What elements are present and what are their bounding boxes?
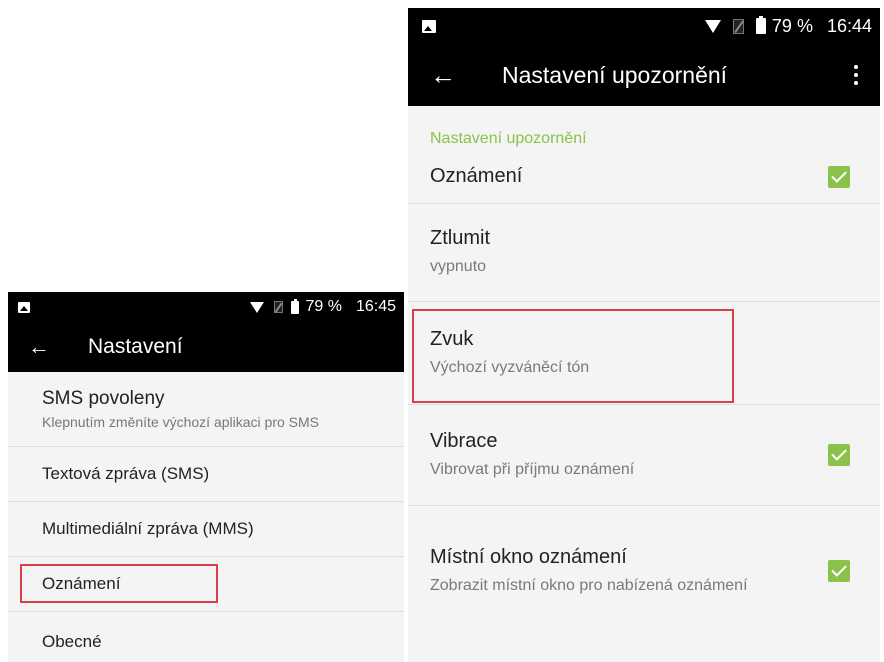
notification-settings-list: Oznámení Ztlumit vypnuto Zvuk Výchozí vy…	[408, 150, 880, 636]
battery-percent: 79 %	[305, 298, 342, 315]
item-subtitle: Klepnutím změníte výchozí aplikaci pro S…	[42, 413, 320, 430]
list-item-notifications[interactable]: Oznámení	[8, 557, 404, 612]
list-item-mms[interactable]: Multimediální zpráva (MMS)	[8, 502, 404, 557]
page-title: Nastavení	[88, 335, 183, 358]
app-bar: ← Nastavení upozornění	[408, 44, 880, 106]
overflow-menu-icon[interactable]	[854, 65, 858, 85]
wifi-icon	[704, 19, 721, 33]
item-title: Vibrace	[430, 429, 498, 452]
list-item-mute[interactable]: Ztlumit vypnuto	[408, 204, 880, 302]
item-subtitle: vypnuto	[430, 258, 487, 275]
list-item-sound[interactable]: Zvuk Výchozí vyzváněcí tón	[408, 302, 880, 405]
item-title: Textová zpráva (SMS)	[42, 464, 210, 483]
list-item-sms-enabled[interactable]: SMS povoleny Klepnutím změníte výchozí a…	[8, 372, 404, 447]
battery-percent: 79 %	[771, 15, 813, 36]
clock: 16:45	[355, 298, 396, 315]
settings-list: SMS povoleny Klepnutím změníte výchozí a…	[8, 372, 404, 662]
messages-settings-screen: 79 % 16:45 ← Nastavení SMS povoleny Klep…	[8, 292, 404, 662]
battery-icon	[755, 16, 766, 34]
no-sim-icon	[732, 18, 744, 34]
arrow-back-icon[interactable]: ←	[28, 336, 50, 358]
item-subtitle: Vibrovat při příjmu oznámení	[430, 460, 635, 478]
popup-window-checkbox[interactable]	[828, 560, 850, 582]
item-title: SMS povoleny	[42, 387, 165, 409]
wifi-icon	[250, 301, 265, 313]
list-item-vibration[interactable]: Vibrace Vibrovat při příjmu oznámení	[408, 405, 880, 506]
item-title: Obecné	[42, 632, 102, 651]
item-title: Místní okno oznámení	[430, 545, 627, 568]
no-sim-icon	[274, 301, 284, 313]
item-title: Multimediální zpráva (MMS)	[42, 519, 254, 538]
arrow-back-icon[interactable]: ←	[430, 62, 456, 88]
vibration-checkbox[interactable]	[828, 444, 850, 466]
item-subtitle: Zobrazit místní okno pro nabízená oznáme…	[430, 576, 748, 594]
image-icon	[18, 301, 30, 313]
clock: 16:44	[826, 15, 872, 36]
image-icon	[422, 19, 436, 33]
list-item-notifications[interactable]: Oznámení	[408, 150, 880, 204]
item-title: Ztlumit	[430, 227, 490, 249]
list-item-popup-window[interactable]: Místní okno oznámení Zobrazit místní okn…	[408, 506, 880, 636]
notification-settings-screen: 79 % 16:44 ← Nastavení upozornění Nastav…	[408, 8, 880, 662]
battery-icon	[291, 298, 300, 314]
highlight-box	[412, 309, 734, 403]
list-item-general[interactable]: Obecné	[8, 612, 404, 662]
status-bar: 79 % 16:44	[408, 8, 880, 44]
status-bar: 79 % 16:45	[8, 292, 404, 322]
list-item-sms[interactable]: Textová zpráva (SMS)	[8, 447, 404, 502]
item-title: Oznámení	[430, 165, 523, 187]
page-title: Nastavení upozornění	[502, 61, 728, 88]
app-bar: ← Nastavení	[8, 322, 404, 372]
section-header: Nastavení upozornění	[430, 130, 587, 147]
highlight-box	[20, 564, 218, 603]
notifications-checkbox[interactable]	[828, 165, 850, 188]
